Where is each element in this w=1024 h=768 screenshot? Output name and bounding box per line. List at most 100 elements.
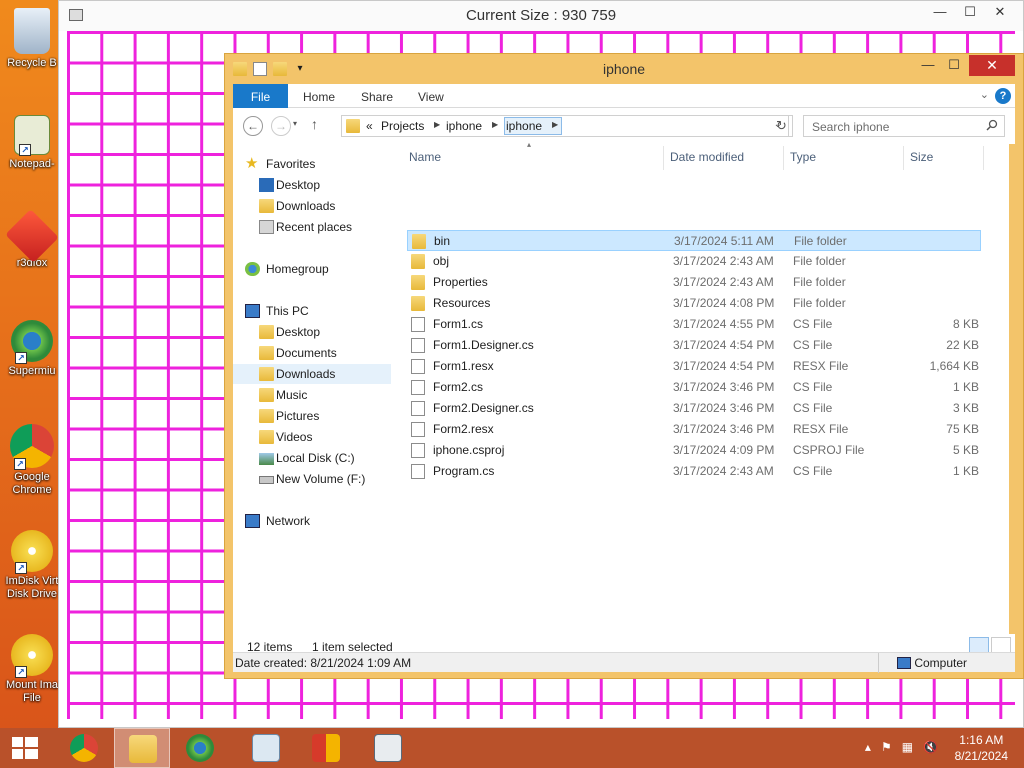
nav-pc-desktop[interactable]: Desktop <box>233 322 391 342</box>
supermium-icon <box>186 734 214 762</box>
file-row[interactable]: iphone.csproj 3/17/2024 4:09 PM CSPROJ Fil… <box>407 440 981 461</box>
taskbar-window-app[interactable] <box>360 728 416 768</box>
folder-icon <box>346 119 360 133</box>
breadcrumb-overflow[interactable]: « <box>366 119 373 133</box>
file-name: Form2.cs <box>433 380 484 394</box>
minimize-button[interactable]: — <box>925 1 955 25</box>
nav-pc-local-disk[interactable]: Local Disk (C:) <box>233 448 391 468</box>
forward-button[interactable]: → <box>271 116 291 136</box>
column-header-date[interactable]: Date modified <box>670 150 744 164</box>
taskbar-supermium[interactable] <box>172 728 228 768</box>
nav-network[interactable]: Network <box>233 511 391 531</box>
file-icon <box>411 338 425 353</box>
file-row[interactable]: Resources 3/17/2024 4:08 PM File folder <box>407 293 981 314</box>
search-box[interactable]: Search iphone <box>803 115 1005 137</box>
breadcrumb-projects[interactable]: Projects <box>381 119 424 133</box>
file-row[interactable]: Form1.Designer.cs 3/17/2024 4:54 PM CS Fil… <box>407 335 981 356</box>
desktop-icon-notepad[interactable]: ↗ Notepad- <box>0 115 64 171</box>
explorer-window[interactable]: ▾ iphone — ☐ ✕ File Home Share View ⌄ ? … <box>224 53 1024 679</box>
recent-locations-chevron-icon[interactable]: ▾ <box>293 119 297 128</box>
file-type: CS File <box>793 338 833 352</box>
recent-places-icon <box>259 220 274 234</box>
tab-file[interactable]: File <box>233 84 288 108</box>
drive-icon <box>259 476 274 484</box>
breadcrumb-iphone-parent[interactable]: iphone <box>446 119 482 133</box>
desktop-icon-imdisk[interactable]: ↗ ImDisk Virt Disk Drive <box>0 530 64 601</box>
nav-pc-pictures[interactable]: Pictures <box>233 406 391 426</box>
desktop-icon-mount-image[interactable]: ↗ Mount Ima File <box>0 634 64 705</box>
window-icon <box>374 734 402 762</box>
nav-pc-new-volume[interactable]: New Volume (F:) <box>233 469 391 489</box>
minimize-button[interactable]: — <box>915 55 941 75</box>
file-type: File folder <box>793 296 846 310</box>
file-date-modified: 3/17/2024 4:09 PM <box>673 443 775 457</box>
file-row[interactable]: Form1.cs 3/17/2024 4:55 PM CS File 8 KB <box>407 314 981 335</box>
nav-pc-videos[interactable]: Videos <box>233 427 391 447</box>
close-button[interactable]: ✕ <box>969 55 1015 76</box>
column-separator[interactable] <box>663 146 664 170</box>
desktop-icon-label: Mount Ima File <box>6 679 58 704</box>
close-button[interactable]: ✕ <box>985 1 1015 25</box>
file-row[interactable]: Program.cs 3/17/2024 2:43 AM CS File 1 KB <box>407 461 981 482</box>
desktop-icon-r3dfox[interactable]: r3dfox <box>0 209 64 270</box>
desktop-icon-label: Supermiu <box>8 365 56 377</box>
tab-view[interactable]: View <box>418 84 444 108</box>
breadcrumb-iphone-current[interactable]: iphone <box>506 119 542 133</box>
desktop-icon-chrome[interactable]: ↗ Google Chrome <box>0 424 64 497</box>
file-row[interactable]: obj 3/17/2024 2:43 AM File folder <box>407 251 981 272</box>
up-button[interactable]: ↑ <box>311 116 318 132</box>
clock[interactable]: 1:16 AM 8/21/2024 <box>955 732 1008 764</box>
breadcrumb-arrow-icon[interactable]: ▶ <box>552 120 558 129</box>
taskbar-task-manager[interactable] <box>238 728 294 768</box>
column-separator[interactable] <box>783 146 784 170</box>
music-icon <box>259 388 274 402</box>
breadcrumb-arrow-icon[interactable]: ▶ <box>434 120 440 129</box>
file-row[interactable]: Form1.resx 3/17/2024 4:54 PM RESX File 1,66… <box>407 356 981 377</box>
help-icon[interactable]: ? <box>995 88 1011 104</box>
speaker-muted-icon[interactable]: 🔇 <box>923 740 938 754</box>
flag-icon[interactable]: ⚑ <box>881 740 892 754</box>
file-row[interactable]: bin 3/17/2024 5:11 AM File folder <box>407 230 981 251</box>
nav-pc-documents[interactable]: Documents <box>233 343 391 363</box>
nav-pc-music[interactable]: Music <box>233 385 391 405</box>
chrome-icon <box>70 734 98 762</box>
tab-share[interactable]: Share <box>361 84 393 108</box>
taskbar-app[interactable] <box>298 728 354 768</box>
maximize-button[interactable]: ☐ <box>941 55 967 75</box>
tab-home[interactable]: Home <box>303 84 335 108</box>
column-header-size[interactable]: Size <box>910 150 933 164</box>
taskbar-chrome[interactable] <box>56 728 112 768</box>
windows-logo-icon <box>12 737 38 759</box>
address-bar[interactable]: « Projects ▶ iphone ▶ iphone ▶ ⌄ <box>341 115 789 137</box>
file-row[interactable]: Form2.resx 3/17/2024 3:46 PM RESX File 75 K… <box>407 419 981 440</box>
refresh-button[interactable]: ↻ <box>771 115 793 137</box>
breadcrumb-arrow-icon[interactable]: ▶ <box>492 120 498 129</box>
column-header-name[interactable]: Name <box>409 150 441 164</box>
column-separator[interactable] <box>903 146 904 170</box>
back-button[interactable]: ← <box>243 116 263 136</box>
navigation-pane: ★ Favorites Desktop Downloads Recent pla… <box>233 144 393 634</box>
nav-this-pc[interactable]: This PC <box>233 301 391 321</box>
maximize-button[interactable]: ☐ <box>955 1 985 25</box>
file-explorer-icon <box>129 735 157 763</box>
network-icon <box>245 514 260 528</box>
start-button[interactable] <box>0 728 56 768</box>
desktop-icon-supermium[interactable]: ↗ Supermiu <box>0 320 64 378</box>
desktop-icon-recycle-bin[interactable]: Recycle B <box>0 8 64 70</box>
nav-fav-recent-places[interactable]: Recent places <box>233 217 391 237</box>
nav-fav-desktop[interactable]: Desktop <box>233 175 391 195</box>
nav-favorites[interactable]: ★ Favorites <box>233 154 391 174</box>
file-row[interactable]: Form2.cs 3/17/2024 3:46 PM CS File 1 KB <box>407 377 981 398</box>
column-header-type[interactable]: Type <box>790 150 816 164</box>
grid-window-titlebar[interactable]: Current Size : 930 759 <box>59 1 1023 31</box>
show-hidden-icons-icon[interactable]: ▴ <box>865 740 871 754</box>
network-icon[interactable]: ▦ <box>902 740 913 754</box>
expand-ribbon-icon[interactable]: ⌄ <box>980 88 989 101</box>
nav-homegroup[interactable]: Homegroup <box>233 259 391 279</box>
file-row[interactable]: Form2.Designer.cs 3/17/2024 3:46 PM CS Fil… <box>407 398 981 419</box>
nav-pc-downloads[interactable]: Downloads <box>233 364 391 384</box>
taskbar-file-explorer[interactable] <box>114 728 170 768</box>
file-row[interactable]: Properties 3/17/2024 2:43 AM File folder <box>407 272 981 293</box>
nav-fav-downloads[interactable]: Downloads <box>233 196 391 216</box>
column-separator[interactable] <box>983 146 984 170</box>
